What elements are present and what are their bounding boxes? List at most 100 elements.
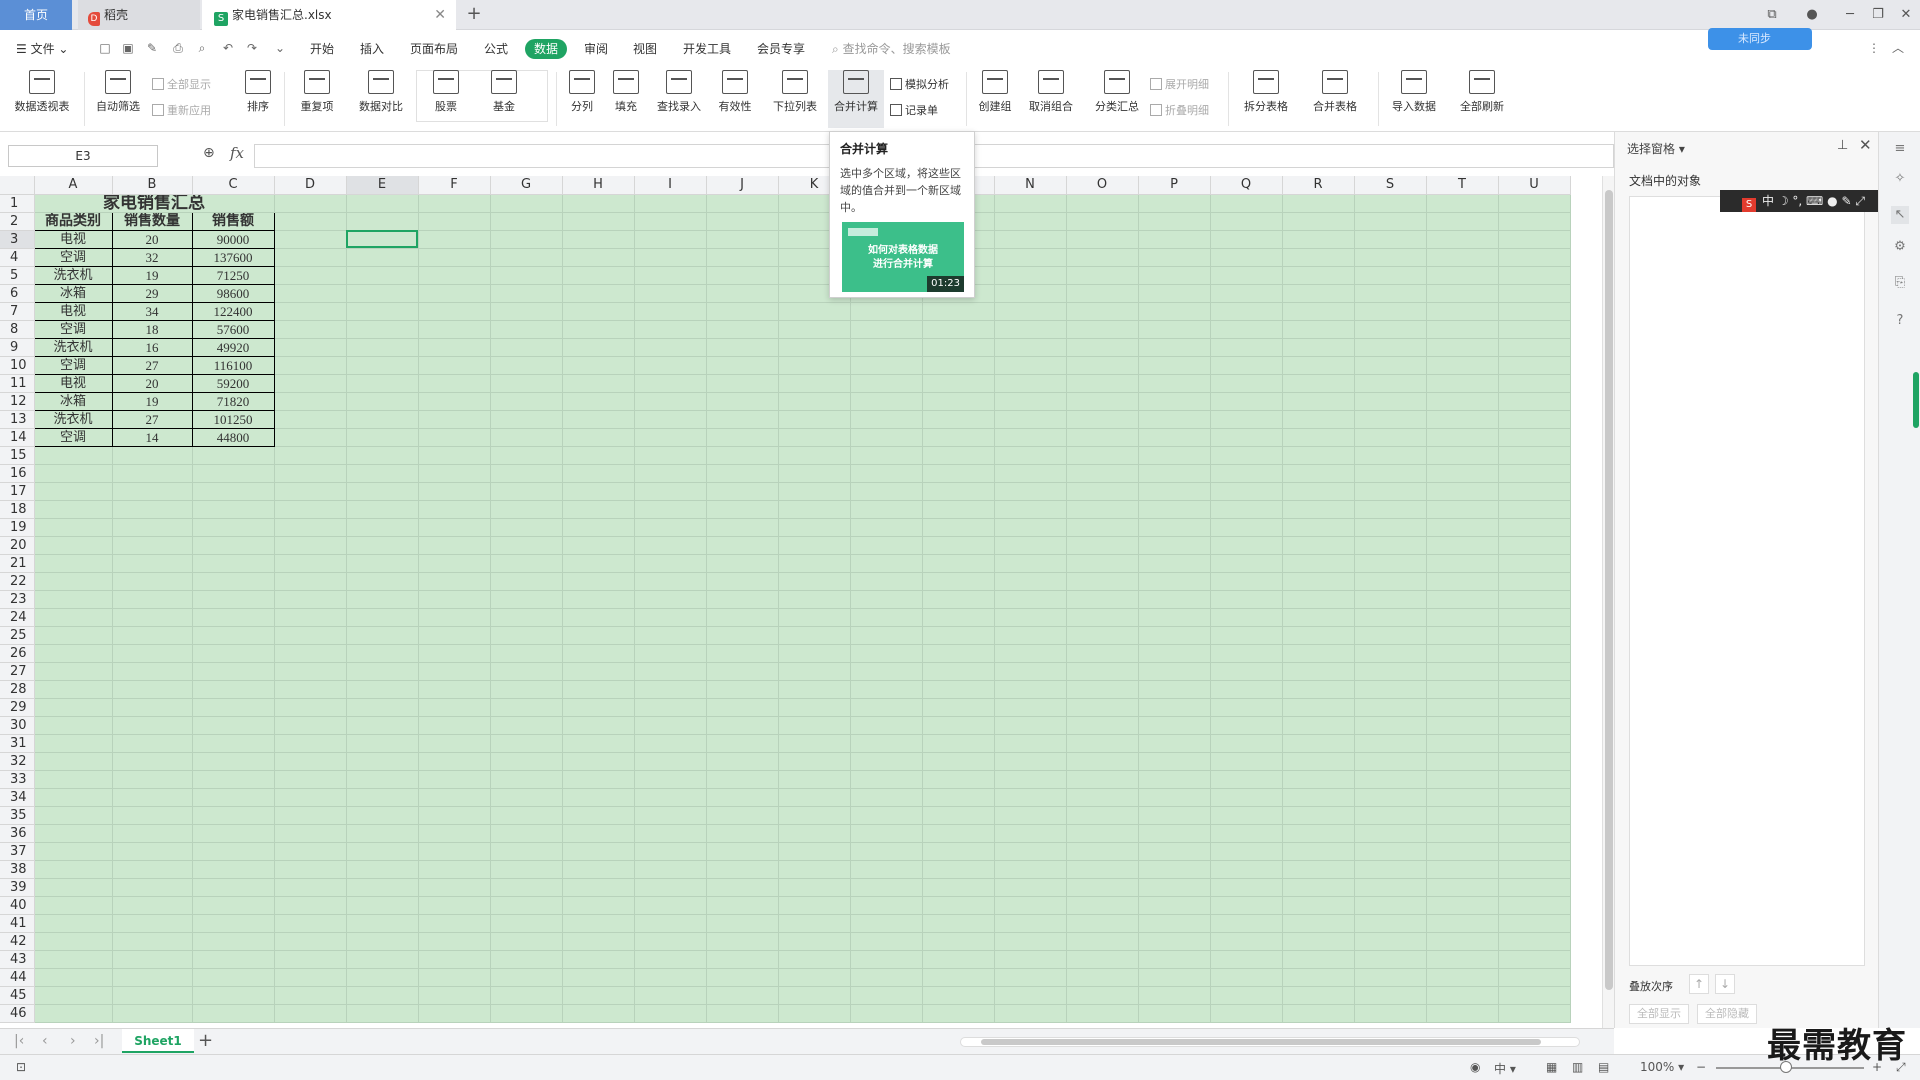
- horizontal-scroll-thumb[interactable]: [981, 1039, 1541, 1045]
- cell[interactable]: [418, 662, 491, 681]
- cell[interactable]: [418, 518, 491, 537]
- cell[interactable]: [922, 410, 995, 429]
- cell[interactable]: [634, 482, 707, 501]
- cell[interactable]: [1498, 644, 1571, 663]
- format-painter-icon[interactable]: ✎: [144, 40, 160, 56]
- cell[interactable]: [778, 662, 851, 681]
- column-header[interactable]: R: [1282, 176, 1355, 195]
- cell[interactable]: [1282, 788, 1355, 807]
- cell[interactable]: [850, 734, 923, 753]
- input-language[interactable]: 中 ▾: [1494, 1060, 1516, 1077]
- cell[interactable]: [1210, 1004, 1283, 1023]
- column-header[interactable]: H: [562, 176, 635, 195]
- cell[interactable]: [850, 572, 923, 591]
- cell[interactable]: [634, 968, 707, 987]
- cell[interactable]: [706, 464, 779, 483]
- cell[interactable]: [346, 644, 419, 663]
- cell[interactable]: [778, 824, 851, 843]
- horizontal-scrollbar[interactable]: [960, 1037, 1580, 1047]
- subtotal-button[interactable]: 分类汇总: [1090, 70, 1144, 114]
- cell[interactable]: [274, 770, 347, 789]
- cell[interactable]: [1066, 950, 1139, 969]
- cell[interactable]: [418, 806, 491, 825]
- cell[interactable]: [850, 662, 923, 681]
- cell[interactable]: [850, 932, 923, 951]
- cell[interactable]: [346, 950, 419, 969]
- cell[interactable]: [706, 824, 779, 843]
- cell[interactable]: [994, 662, 1067, 681]
- row-header[interactable]: 37: [0, 842, 35, 861]
- cell[interactable]: [1210, 194, 1283, 213]
- cell[interactable]: [1498, 860, 1571, 879]
- column-header[interactable]: D: [274, 176, 347, 195]
- stock-button[interactable]: 股票: [424, 70, 468, 114]
- cell[interactable]: [34, 968, 113, 987]
- cell[interactable]: [1282, 320, 1355, 339]
- cell[interactable]: [1426, 518, 1499, 537]
- row-header[interactable]: 5: [0, 266, 35, 285]
- cell[interactable]: [922, 608, 995, 627]
- row-header[interactable]: 31: [0, 734, 35, 753]
- cell[interactable]: [1354, 860, 1427, 879]
- cell[interactable]: [192, 716, 275, 735]
- cell[interactable]: [274, 968, 347, 987]
- cell[interactable]: [274, 626, 347, 645]
- data-cell[interactable]: 18: [111, 319, 193, 339]
- cell[interactable]: [1498, 446, 1571, 465]
- cell[interactable]: [1354, 1004, 1427, 1023]
- cell[interactable]: [634, 644, 707, 663]
- cell[interactable]: [490, 500, 563, 519]
- cell[interactable]: [34, 644, 113, 663]
- cell[interactable]: [562, 626, 635, 645]
- command-search[interactable]: ⌕ 查找命令、搜索模板: [832, 40, 951, 57]
- cell[interactable]: [1498, 482, 1571, 501]
- cell[interactable]: [706, 320, 779, 339]
- dropdown-list-button[interactable]: 下拉列表: [768, 70, 822, 114]
- cell[interactable]: [634, 392, 707, 411]
- cell[interactable]: [850, 356, 923, 375]
- cell[interactable]: [1138, 428, 1211, 447]
- row-header[interactable]: 24: [0, 608, 35, 627]
- cell[interactable]: [1354, 248, 1427, 267]
- cell[interactable]: [778, 554, 851, 573]
- cell[interactable]: [634, 212, 707, 231]
- cell[interactable]: [1066, 572, 1139, 591]
- cell[interactable]: [1282, 860, 1355, 879]
- cell[interactable]: [1354, 302, 1427, 321]
- cell[interactable]: [34, 482, 113, 501]
- cell[interactable]: [850, 950, 923, 969]
- cell[interactable]: [1282, 824, 1355, 843]
- cell[interactable]: [562, 518, 635, 537]
- cell[interactable]: [1426, 248, 1499, 267]
- cell[interactable]: [850, 626, 923, 645]
- cell[interactable]: [922, 446, 995, 465]
- cell[interactable]: [1066, 644, 1139, 663]
- cell[interactable]: [634, 950, 707, 969]
- cell[interactable]: [1426, 374, 1499, 393]
- cell[interactable]: [1066, 860, 1139, 879]
- cell[interactable]: [1354, 950, 1427, 969]
- cell[interactable]: [706, 536, 779, 555]
- cell[interactable]: [562, 1004, 635, 1023]
- cell[interactable]: [562, 932, 635, 951]
- cell[interactable]: [192, 896, 275, 915]
- cell[interactable]: [994, 860, 1067, 879]
- split-column-button[interactable]: 分列: [562, 70, 602, 114]
- cell[interactable]: [192, 446, 275, 465]
- cell[interactable]: [274, 824, 347, 843]
- duplicates-button[interactable]: 重复项: [290, 70, 344, 114]
- cell[interactable]: [1138, 284, 1211, 303]
- cell[interactable]: [994, 248, 1067, 267]
- cell[interactable]: [634, 194, 707, 213]
- tab-file[interactable]: S 家电销售汇总.xlsx ✕: [202, 0, 456, 30]
- cell[interactable]: [1138, 950, 1211, 969]
- collapse-ribbon-icon[interactable]: ︿: [1890, 40, 1906, 56]
- cell[interactable]: [562, 428, 635, 447]
- cell[interactable]: [1426, 194, 1499, 213]
- cell[interactable]: [706, 626, 779, 645]
- menu-review[interactable]: 审阅: [584, 39, 608, 59]
- cell[interactable]: [490, 878, 563, 897]
- cell[interactable]: [1354, 716, 1427, 735]
- ungroup-button[interactable]: 取消组合: [1022, 70, 1080, 114]
- cell[interactable]: [112, 824, 193, 843]
